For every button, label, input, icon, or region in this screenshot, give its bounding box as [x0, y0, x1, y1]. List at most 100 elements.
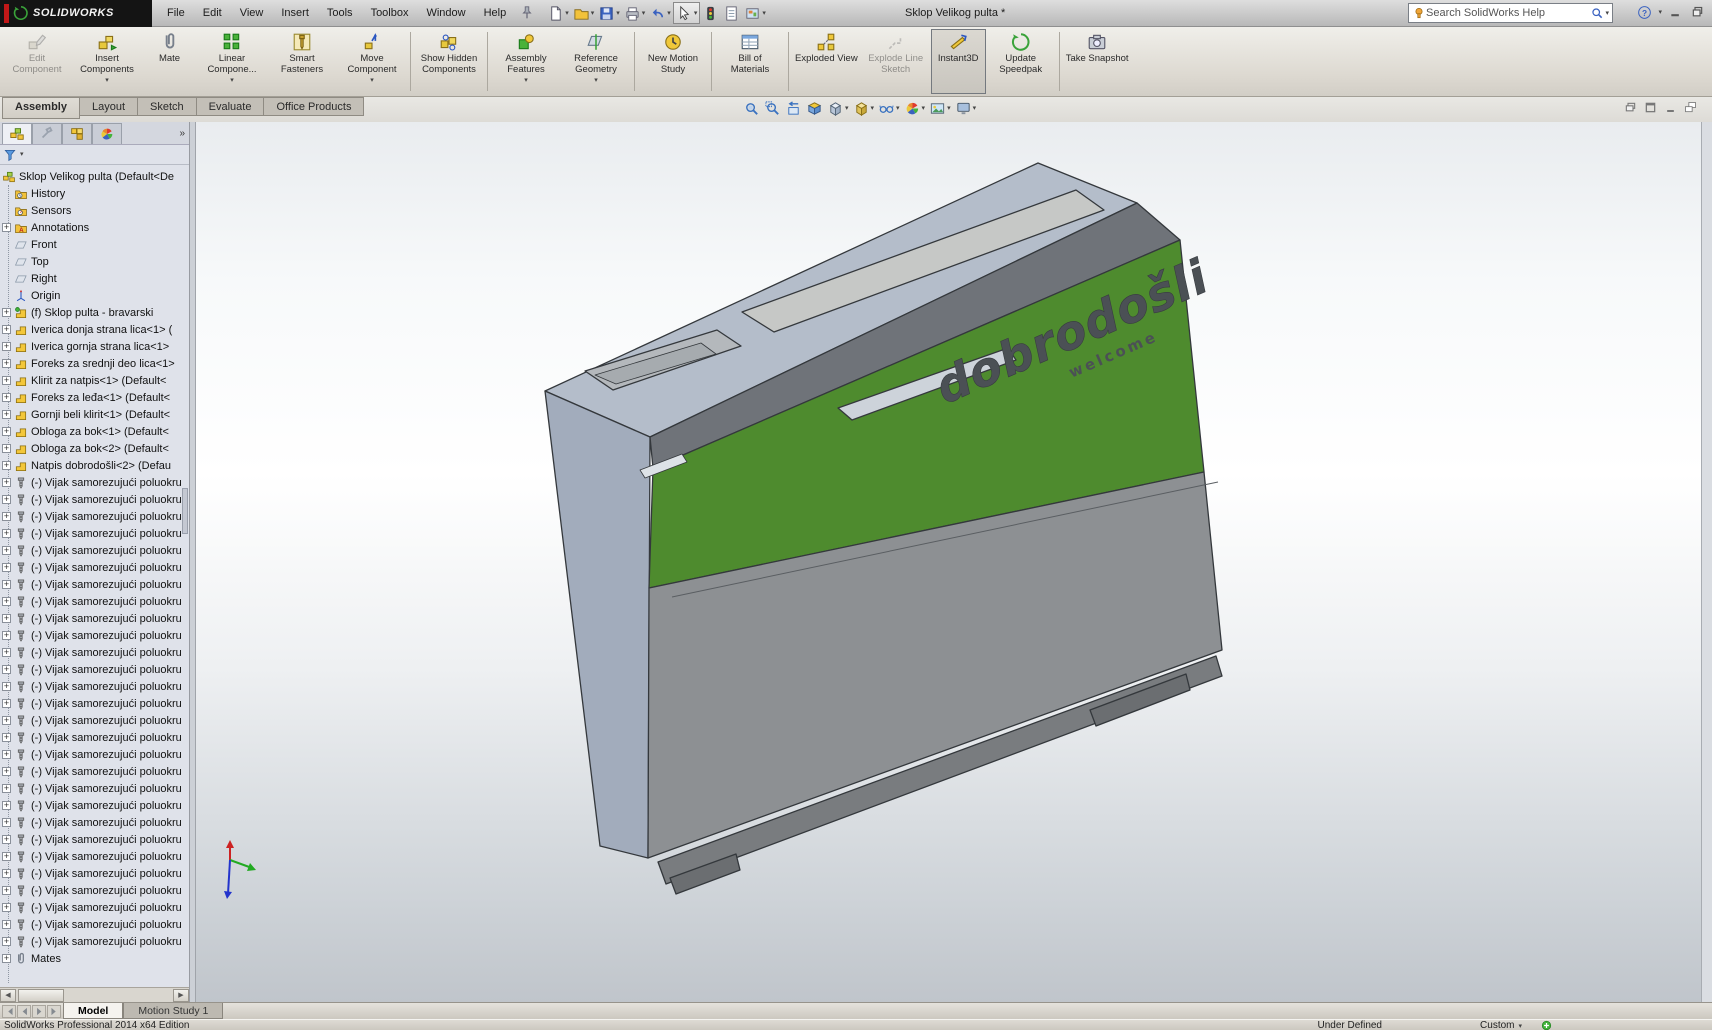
expand-icon[interactable] [2, 682, 11, 691]
tree-item-vijak-samorezu-7[interactable]: (-) Vijak samorezujući poluokru [0, 576, 189, 593]
panel-tab-configurationmanager[interactable] [62, 123, 92, 144]
update-speedpak-button[interactable]: Update Speedpak [986, 29, 1056, 94]
scroll-thumb[interactable] [18, 989, 64, 1002]
rebuild-button[interactable] [700, 2, 721, 24]
tree-item-vijak-samorezu-26[interactable]: (-) Vijak samorezujući poluokru [0, 899, 189, 916]
expand-icon[interactable] [2, 733, 11, 742]
tree-item-vijak-samorezu-1[interactable]: (-) Vijak samorezujući poluokru [0, 474, 189, 491]
expand-icon[interactable] [2, 801, 11, 810]
menu-window[interactable]: Window [417, 0, 474, 27]
section-view-button[interactable] [805, 100, 824, 117]
help-caret-icon[interactable]: ▾ [1658, 9, 1662, 16]
scroll-right-button[interactable]: ▶ [173, 989, 189, 1002]
zoom-area-button[interactable] [763, 100, 782, 117]
tree-item-vijak-samorezu-9[interactable]: (-) Vijak samorezujući poluokru [0, 610, 189, 627]
tree-item-vijak-samorezu-3[interactable]: (-) Vijak samorezujući poluokru [0, 508, 189, 525]
hide-show-items-button[interactable]: ▾ [877, 100, 901, 117]
tab-sketch[interactable]: Sketch [138, 97, 197, 116]
panel-tab-propertymanager[interactable] [32, 123, 62, 144]
new-motion-study-button[interactable]: New Motion Study [638, 29, 708, 94]
tree-item-vijak-samorezu-22[interactable]: (-) Vijak samorezujući poluokru [0, 831, 189, 848]
menu-file[interactable]: File [158, 0, 194, 27]
menu-view[interactable]: View [231, 0, 273, 27]
expand-icon[interactable] [2, 665, 11, 674]
help-search-input[interactable] [1426, 7, 1590, 19]
expand-icon[interactable] [2, 937, 11, 946]
nav-next-button[interactable] [32, 1005, 46, 1018]
tab-model[interactable]: Model [63, 1003, 123, 1019]
expand-icon[interactable] [2, 444, 11, 453]
tree-item-vijak-samorezu-8[interactable]: (-) Vijak samorezujući poluokru [0, 593, 189, 610]
green-plus-icon[interactable] [1541, 1020, 1552, 1030]
previous-view-button[interactable] [784, 100, 803, 117]
tree-item-vijak-samorezu-24[interactable]: (-) Vijak samorezujući poluokru [0, 865, 189, 882]
menu-insert[interactable]: Insert [272, 0, 318, 27]
expand-icon[interactable] [2, 903, 11, 912]
expand-icon[interactable] [2, 631, 11, 640]
tree-item-iverica-gornja-str[interactable]: Iverica gornja strana lica<1> [0, 338, 189, 355]
graphics-area[interactable]: dobrodošli welcome [196, 122, 1712, 1002]
expand-icon[interactable] [2, 529, 11, 538]
tree-item-foreks-za-le-a-1[interactable]: Foreks za leđa<1> (Default< [0, 389, 189, 406]
search-caret-icon[interactable]: ▾ [1605, 10, 1609, 17]
menu-tools[interactable]: Tools [318, 0, 362, 27]
tab-layout[interactable]: Layout [80, 97, 138, 116]
tree-item-vijak-samorezu-21[interactable]: (-) Vijak samorezujući poluokru [0, 814, 189, 831]
tree-item-vijak-samorezu-27[interactable]: (-) Vijak samorezujući poluokru [0, 916, 189, 933]
undo-button[interactable]: ▾ [647, 2, 673, 24]
file-properties-button[interactable] [721, 2, 742, 24]
tree-item-vijak-samorezu-14[interactable]: (-) Vijak samorezujući poluokru [0, 695, 189, 712]
expand-icon[interactable] [2, 699, 11, 708]
configuration-selector[interactable]: Custom▾ [1480, 1020, 1522, 1030]
tree-item-f-sklop-pulta[interactable]: (f) Sklop pulta - bravarski [0, 304, 189, 321]
tree-item-vijak-samorezu-28[interactable]: (-) Vijak samorezujući poluokru [0, 933, 189, 950]
move-component-button[interactable]: Move Component▾ [337, 29, 407, 94]
scroll-left-button[interactable]: ◀ [0, 989, 16, 1002]
expand-icon[interactable] [2, 852, 11, 861]
tree-item-front[interactable]: Front [0, 236, 189, 253]
expand-icon[interactable] [2, 478, 11, 487]
expand-icon[interactable] [2, 546, 11, 555]
tree-vertical-scrollbar[interactable] [182, 488, 188, 534]
select-button[interactable]: ▾ [673, 2, 701, 24]
linear-compone-button[interactable]: Linear Compone...▾ [197, 29, 267, 94]
exploded-view-button[interactable]: Exploded View [792, 29, 861, 94]
expand-icon[interactable] [2, 376, 11, 385]
expand-icon[interactable] [2, 393, 11, 402]
expand-icon[interactable] [2, 580, 11, 589]
expand-icon[interactable] [2, 495, 11, 504]
print-button[interactable]: ▾ [622, 2, 648, 24]
expand-icon[interactable] [2, 410, 11, 419]
expand-icon[interactable] [2, 461, 11, 470]
model-left-face[interactable] [545, 391, 650, 858]
tree-item-vijak-samorezu-13[interactable]: (-) Vijak samorezujući poluokru [0, 678, 189, 695]
tree-filter[interactable]: ▾ [0, 145, 189, 165]
expand-icon[interactable] [2, 325, 11, 334]
save-button[interactable]: ▾ [596, 2, 622, 24]
tree-item-root[interactable]: Sklop Velikog pulta (Default<De [0, 168, 189, 185]
expand-icon[interactable] [2, 308, 11, 317]
panel-tab-featuremanager[interactable] [2, 123, 32, 144]
expand-icon[interactable] [2, 920, 11, 929]
expand-icon[interactable] [2, 648, 11, 657]
mate-button[interactable]: Mate [142, 29, 197, 94]
menu-toolbox[interactable]: Toolbox [362, 0, 418, 27]
zoom-fit-button[interactable] [742, 100, 761, 117]
view-settings-button[interactable]: ▾ [954, 100, 978, 117]
expand-icon[interactable] [2, 597, 11, 606]
tab-office-products[interactable]: Office Products [264, 97, 364, 116]
expand-icon[interactable] [2, 818, 11, 827]
expand-icon[interactable] [2, 563, 11, 572]
tree-item-vijak-samorezu-6[interactable]: (-) Vijak samorezujući poluokru [0, 559, 189, 576]
tree-item-vijak-samorezu-16[interactable]: (-) Vijak samorezujući poluokru [0, 729, 189, 746]
tree-item-top[interactable]: Top [0, 253, 189, 270]
tree-item-natpis-dobrodo-li[interactable]: Natpis dobrodošli<2> (Defau [0, 457, 189, 474]
tab-assembly[interactable]: Assembly [2, 97, 80, 119]
restore-button[interactable] [1688, 3, 1706, 21]
view-orientation-button[interactable]: ▾ [826, 100, 850, 117]
expand-icon[interactable] [2, 767, 11, 776]
tree-item-vijak-samorezu-18[interactable]: (-) Vijak samorezujući poluokru [0, 763, 189, 780]
tree-item-vijak-samorezu-20[interactable]: (-) Vijak samorezujući poluokru [0, 797, 189, 814]
assembly-features-button[interactable]: Assembly Features▾ [491, 29, 561, 94]
expand-icon[interactable] [2, 954, 11, 963]
